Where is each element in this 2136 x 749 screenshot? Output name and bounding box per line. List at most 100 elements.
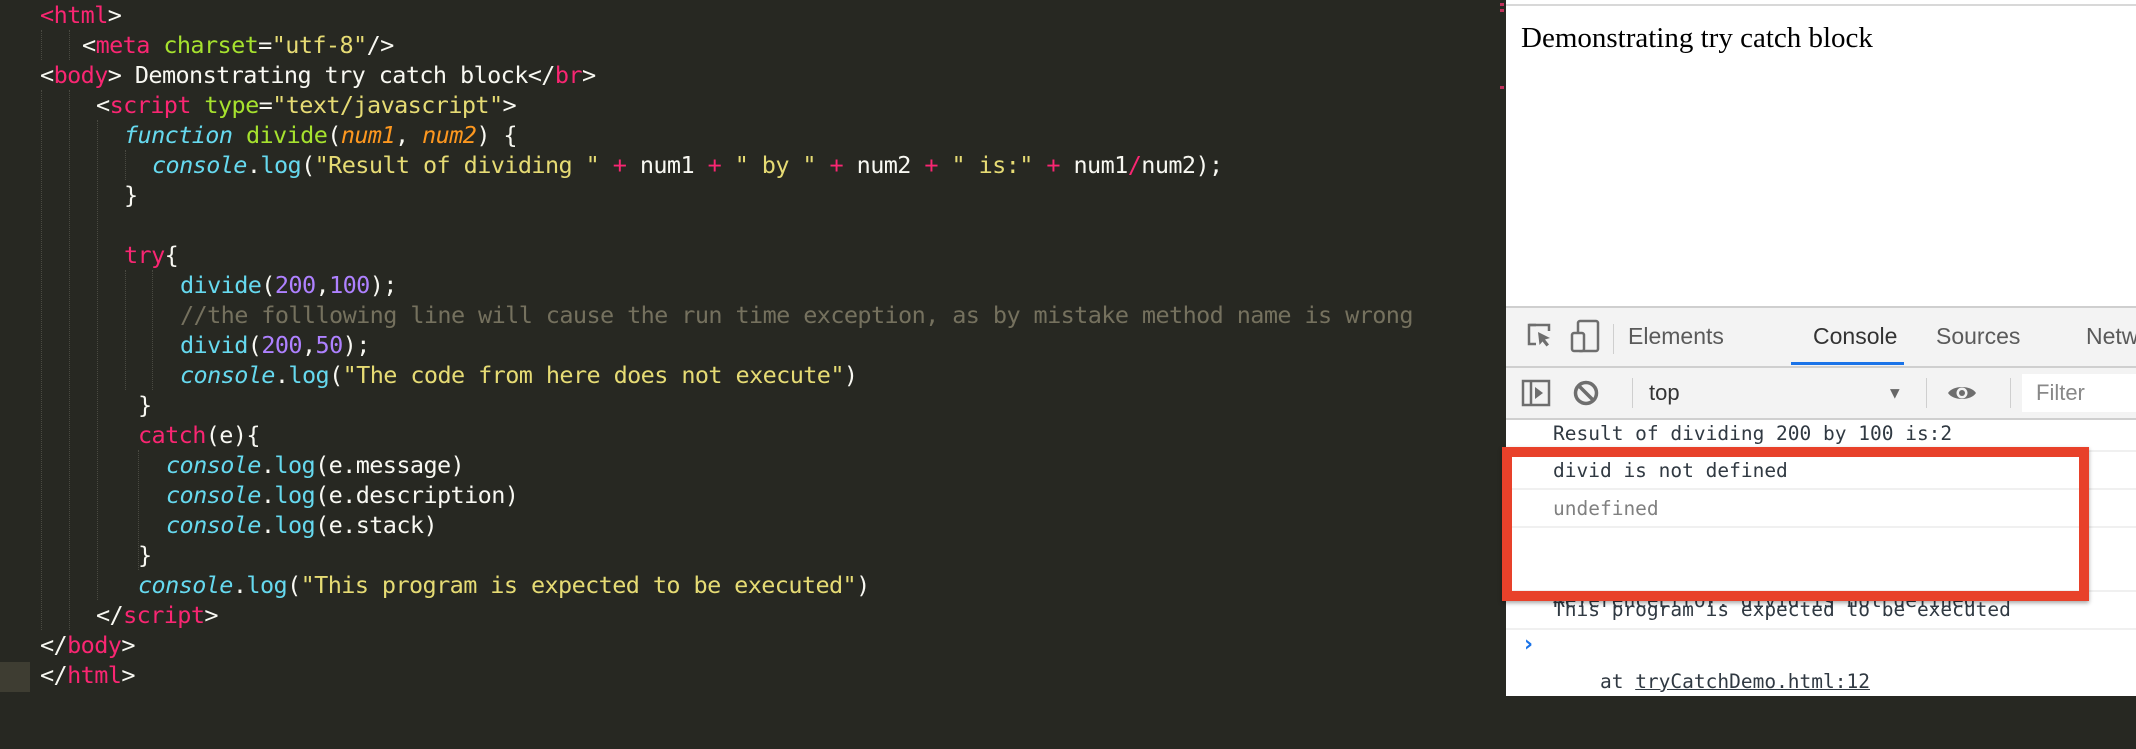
code-line[interactable]: divide(200,100); — [180, 270, 397, 300]
tab-elements[interactable]: Elements — [1628, 308, 1724, 364]
indent-guide — [152, 270, 153, 390]
code-token: ( — [301, 151, 315, 179]
code-token: function — [124, 121, 233, 149]
clear-console-icon[interactable] — [1572, 379, 1600, 411]
code-token: console — [180, 361, 275, 389]
indent-guide — [41, 30, 42, 60]
tab-sources[interactable]: Sources — [1936, 308, 2020, 364]
code-line[interactable]: console.log(e.stack) — [166, 510, 438, 540]
minimap-marker — [1500, 9, 1504, 12]
code-token: < — [96, 91, 110, 119]
code-token: + — [924, 151, 938, 179]
code-line[interactable]: divid(200,50); — [180, 330, 370, 360]
indent-guide — [125, 270, 126, 390]
code-token: } — [124, 181, 138, 209]
code-line[interactable]: console.log("This program is expected to… — [138, 570, 870, 600]
code-line[interactable]: catch(e){ — [138, 420, 261, 450]
indent-guide — [97, 120, 98, 600]
code-token: console — [166, 481, 261, 509]
code-token: > — [107, 1, 122, 29]
code-line[interactable]: //the folllowing line will cause the run… — [180, 300, 1413, 330]
filter-input[interactable]: Filter — [2022, 374, 2136, 412]
code-token: type — [204, 91, 259, 119]
code-token: "Result of dividing " — [314, 151, 600, 179]
code-token: html — [53, 1, 109, 29]
minimap-marker — [1500, 3, 1504, 6]
code-line[interactable]: function divide(num1, num2) { — [124, 120, 518, 150]
device-toolbar-icon[interactable] — [1570, 318, 1600, 358]
dropdown-arrow-icon[interactable]: ▼ — [1890, 368, 1900, 418]
tab-network[interactable]: Netw — [2086, 308, 2136, 364]
code-line[interactable]: try{ — [124, 240, 179, 270]
code-token: ( — [327, 121, 341, 149]
source-link[interactable]: tryCatchDemo.html:12 — [1635, 670, 1870, 693]
code-token: < — [82, 31, 96, 59]
code-token: 200 — [274, 271, 316, 299]
code-line[interactable]: <meta charset="utf-8"/> — [82, 30, 394, 60]
code-token: . — [274, 361, 289, 389]
code-token: 200 — [261, 331, 302, 359]
devtools-tabbar: Elements Console Sources Netw — [1506, 308, 2136, 368]
code-line[interactable]: <body> Demonstrating try catch block</br… — [40, 60, 596, 90]
code-token: divid — [180, 331, 248, 359]
code-token: > Demonstrating try catch block</ — [107, 61, 556, 89]
toolbar-divider — [1613, 324, 1614, 354]
code-line[interactable]: <script type="text/javascript"> — [96, 90, 517, 120]
code-token: catch — [138, 421, 206, 449]
code-token: ( — [329, 361, 343, 389]
code-token: num1 — [626, 151, 708, 179]
code-line[interactable]: <html> — [40, 0, 122, 30]
code-token: ) { — [476, 121, 517, 149]
code-token: divide — [180, 271, 262, 299]
code-token: </ — [40, 661, 68, 689]
indent-guide — [41, 90, 42, 630]
code-token: + — [829, 151, 844, 179]
live-expression-icon[interactable] — [1946, 382, 1978, 408]
code-token: log — [274, 511, 316, 539]
code-line[interactable]: </body> — [40, 630, 135, 660]
code-token: 50 — [315, 331, 344, 359]
code-token: br — [554, 61, 583, 89]
current-line-gutter-marker — [0, 662, 30, 692]
code-line[interactable]: } — [124, 180, 138, 210]
code-token: divide — [245, 121, 328, 149]
prompt-chevron-icon[interactable]: › — [1524, 632, 1533, 657]
code-token: ( — [287, 571, 301, 599]
code-token: . — [246, 151, 261, 179]
code-token: } — [138, 541, 152, 569]
context-selector[interactable]: top — [1649, 368, 1680, 418]
minimap-marker — [1500, 86, 1504, 89]
stack-prefix: at — [1553, 670, 1636, 693]
code-token: script — [109, 91, 192, 119]
code-line[interactable]: console.log("The code from here does not… — [180, 360, 858, 390]
code-token: " by " — [734, 151, 817, 179]
show-sidebar-icon[interactable] — [1521, 379, 1551, 411]
code-token: try — [124, 241, 165, 269]
code-line[interactable]: } — [138, 390, 152, 420]
tab-console[interactable]: Console — [1813, 308, 1897, 364]
code-token: . — [260, 511, 275, 539]
code-line[interactable]: } — [138, 540, 152, 570]
code-line[interactable]: </script> — [96, 600, 219, 630]
code-line[interactable]: console.log("Result of dividing " + num1… — [152, 150, 1223, 180]
code-line[interactable]: </html> — [40, 660, 135, 690]
browser-viewport: Demonstrating try catch block Elements C… — [1506, 0, 2136, 696]
code-token: > — [204, 601, 218, 629]
code-line[interactable]: console.log(e.message) — [166, 450, 465, 480]
code-token: (e.message) — [315, 451, 465, 479]
code-token: / — [1127, 151, 1142, 179]
code-token: = — [258, 91, 273, 119]
code-token: charset — [163, 31, 259, 59]
indent-guide — [69, 30, 70, 60]
stack-frame: at tryCatchDemo.html:12 — [1553, 668, 2136, 695]
page-body-text: Demonstrating try catch block — [1521, 22, 1873, 54]
inspect-element-icon[interactable] — [1526, 322, 1554, 354]
message-text: divid is not defined — [1553, 459, 1788, 482]
code-editor[interactable]: <html> <meta charset="utf-8"/> <body> Demo… — [0, 0, 1506, 696]
code-token: < — [40, 1, 54, 29]
code-line[interactable]: console.log(e.description) — [166, 480, 519, 510]
code-token: log — [274, 451, 316, 479]
